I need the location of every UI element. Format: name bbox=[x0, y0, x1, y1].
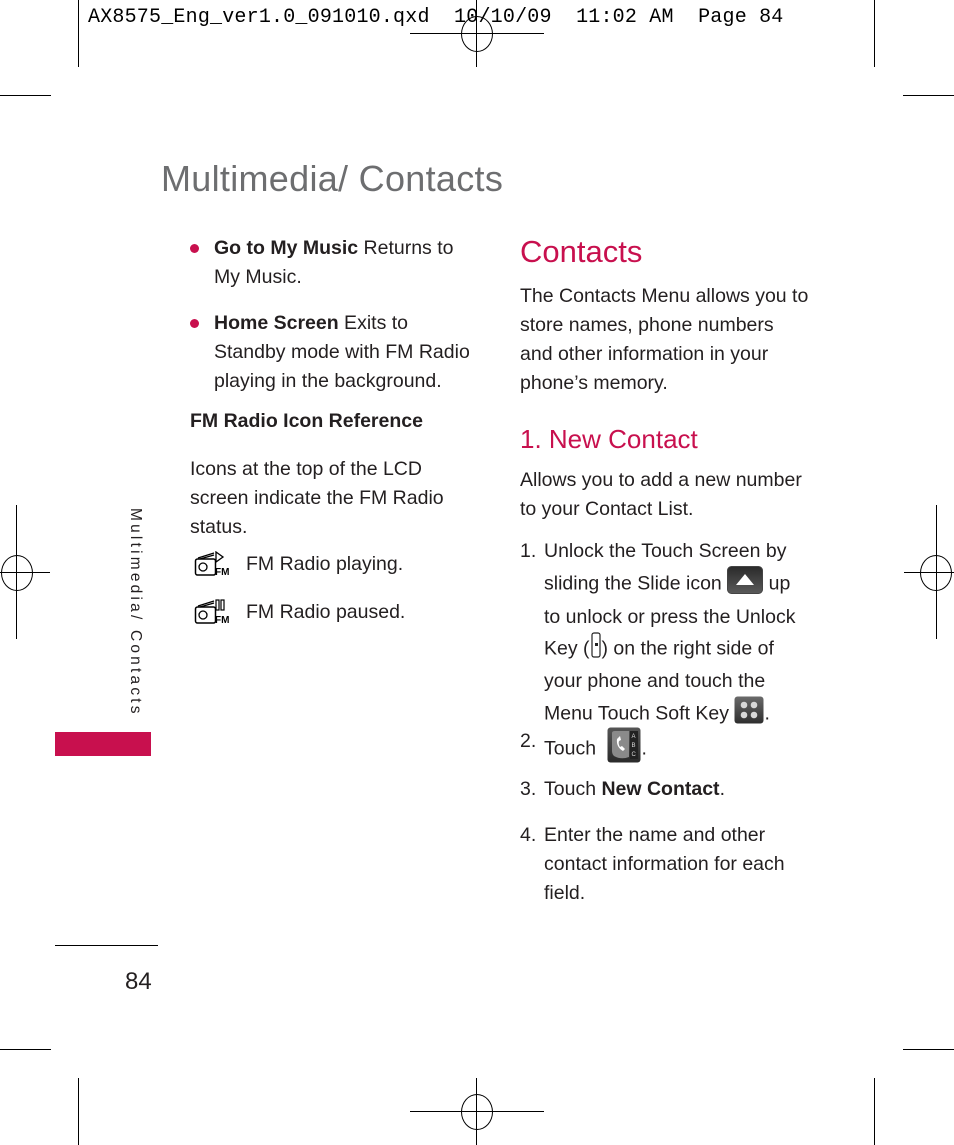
slide-up-icon bbox=[727, 566, 764, 603]
crop-mark bbox=[903, 95, 954, 96]
page-title: Multimedia/ Contacts bbox=[161, 158, 504, 199]
step-bold-term: New Contact bbox=[601, 778, 720, 800]
crop-mark bbox=[0, 1049, 51, 1050]
subheading-fm-radio-icon-reference: FM Radio Icon Reference bbox=[190, 410, 423, 432]
step-3: 3. Touch New Contact. bbox=[520, 775, 820, 804]
new-contact-intro: Allows you to add a new number to your C… bbox=[520, 469, 802, 520]
step-text: . bbox=[719, 778, 725, 800]
fm-radio-paused-icon: FM bbox=[194, 599, 229, 625]
crop-mark bbox=[874, 1078, 875, 1145]
subsection-heading-new-contact: 1. New Contact bbox=[520, 424, 698, 454]
page-number: 84 bbox=[125, 968, 152, 995]
icon-label: FM Radio paused. bbox=[246, 600, 406, 623]
side-tab-bar bbox=[55, 732, 151, 756]
icon-label: FM Radio playing. bbox=[246, 552, 404, 575]
bullet-home-screen: Home Screen Exits to Standby mode with FM… bbox=[190, 309, 480, 396]
section-heading-contacts: Contacts bbox=[520, 234, 643, 269]
bullet-dot-icon bbox=[190, 319, 199, 328]
fm-radio-playing-icon: FM bbox=[194, 551, 229, 577]
registration-circle bbox=[461, 1094, 493, 1130]
step-number: 4. bbox=[520, 824, 537, 846]
bullet-term: Home Screen bbox=[214, 312, 339, 334]
bullet-desc: Exits to bbox=[338, 312, 408, 334]
registration-circle bbox=[1, 555, 33, 591]
svg-text:FM: FM bbox=[215, 615, 229, 625]
contacts-app-icon: ABC bbox=[607, 727, 641, 772]
svg-text:B: B bbox=[632, 743, 636, 749]
icon-reference-row: FM FM Radio paused. bbox=[194, 597, 405, 627]
crop-mark bbox=[874, 0, 875, 67]
svg-text:A: A bbox=[632, 734, 636, 740]
crop-mark bbox=[78, 0, 79, 67]
svg-text:C: C bbox=[632, 752, 637, 758]
step-2: 2. Touch ABC . bbox=[520, 727, 820, 772]
registration-circle bbox=[920, 555, 952, 591]
icon-reference-row: FM FM Radio playing. bbox=[194, 549, 403, 579]
step-number: 3. bbox=[520, 778, 537, 800]
unlock-key-icon bbox=[590, 632, 602, 667]
contacts-intro: The Contacts Menu allows you to store na… bbox=[520, 285, 809, 394]
step-text: . bbox=[641, 737, 647, 760]
step-text: . bbox=[764, 702, 770, 725]
bullet-desc: Returns to bbox=[358, 237, 454, 259]
side-tab-text: Multimedia/ Contacts bbox=[127, 508, 144, 717]
bullet-dot-icon bbox=[190, 244, 199, 253]
svg-text:FM: FM bbox=[215, 567, 229, 577]
step-text: Enter the name and other contact informa… bbox=[544, 824, 785, 904]
step-4: 4. Enter the name and other contact info… bbox=[520, 821, 820, 908]
step-number: 2. bbox=[520, 730, 537, 752]
crop-mark bbox=[78, 1078, 79, 1145]
step-number: 1. bbox=[520, 540, 537, 562]
bullet-desc-cont: Standby mode with FM Radio playing in th… bbox=[214, 341, 470, 392]
bullet-term: Go to My Music bbox=[214, 237, 359, 259]
crop-mark bbox=[0, 95, 51, 96]
bullet-go-to-my-music: Go to My Music Returns to My Music. bbox=[190, 234, 480, 292]
step-text: Touch bbox=[544, 737, 597, 760]
step-1: 1. Unlock the Touch Screen by sliding th… bbox=[520, 537, 820, 733]
footer-rule bbox=[55, 945, 158, 946]
fm-radio-description: Icons at the top of the LCD screen indic… bbox=[190, 458, 444, 538]
bullet-desc-cont: My Music. bbox=[214, 266, 302, 288]
print-slug: AX8575_Eng_ver1.0_091010.qxd 10/10/09 11… bbox=[88, 6, 784, 29]
step-text: Touch bbox=[544, 778, 602, 800]
side-tab-label: Multimedia/ Contacts bbox=[124, 508, 144, 723]
crop-mark bbox=[903, 1049, 954, 1050]
